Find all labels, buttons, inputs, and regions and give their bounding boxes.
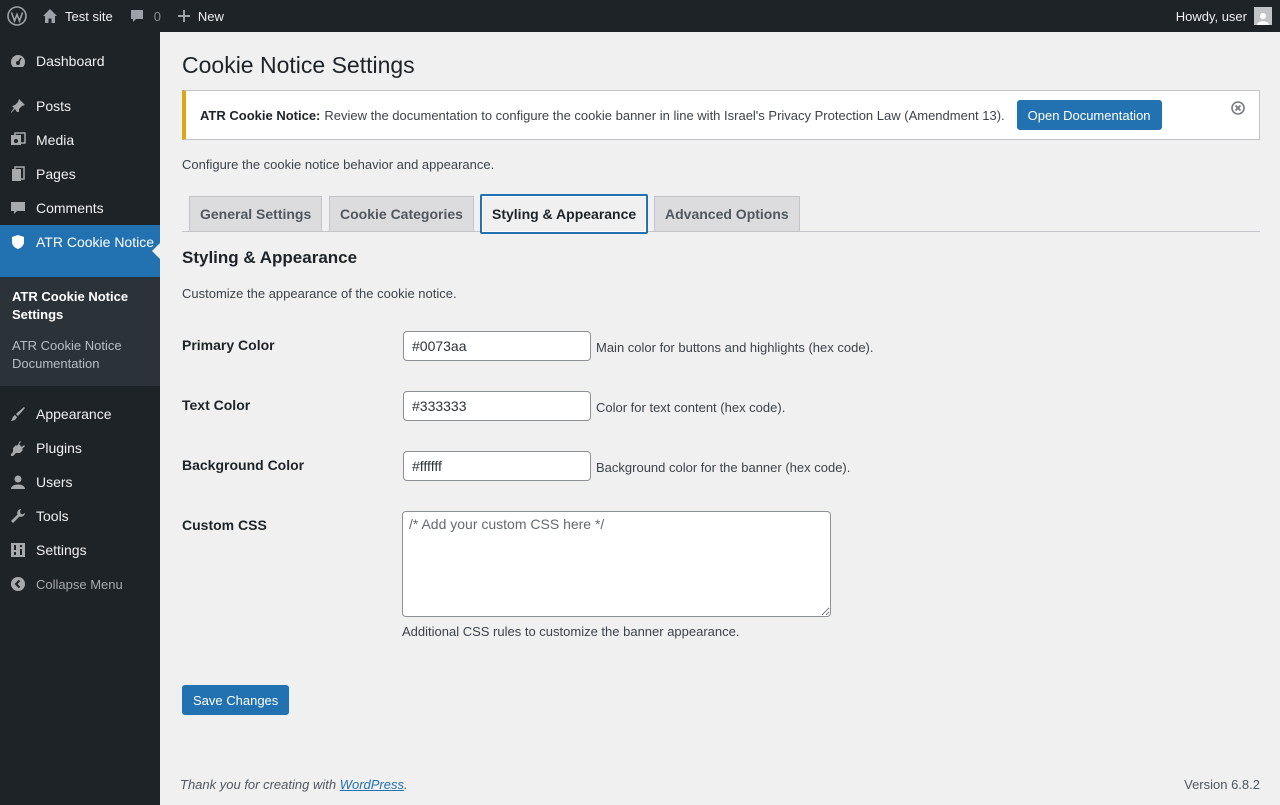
wrench-icon bbox=[10, 508, 26, 524]
sidebar-item-media[interactable]: Media bbox=[0, 123, 160, 157]
main-content: Cookie Notice Settings ATR Cookie Notice… bbox=[160, 32, 1280, 805]
notice-message: Review the documentation to configure th… bbox=[324, 107, 1005, 123]
sidebar-item-label: Users bbox=[36, 474, 73, 490]
text-color-label: Text Color bbox=[182, 397, 251, 413]
sidebar-item-dashboard[interactable]: Dashboard bbox=[0, 44, 160, 78]
new-label: New bbox=[197, 8, 224, 24]
settings-icon bbox=[10, 542, 26, 558]
footer-thanks-suffix: . bbox=[404, 777, 408, 792]
home-icon bbox=[43, 9, 57, 23]
sidebar-item-label: Appearance bbox=[36, 406, 112, 422]
page-intro: Configure the cookie notice behavior and… bbox=[182, 157, 495, 172]
collapse-menu-label: Collapse Menu bbox=[36, 576, 123, 592]
sidebar-item-comments[interactable]: Comments bbox=[0, 191, 160, 225]
tab-advanced-options[interactable]: Advanced Options bbox=[654, 196, 800, 232]
site-name-link[interactable]: Test site bbox=[34, 0, 121, 32]
sidebar-submenu: ATR Cookie Notice Settings ATR Cookie No… bbox=[0, 277, 160, 386]
primary-color-input[interactable] bbox=[403, 331, 591, 361]
dismiss-notice-icon[interactable] bbox=[1231, 101, 1245, 118]
plus-icon bbox=[177, 10, 190, 22]
plugin-icon bbox=[10, 440, 26, 456]
sidebar-item-label: Plugins bbox=[36, 440, 82, 456]
sidebar-item-label: Media bbox=[36, 132, 75, 148]
pages-icon bbox=[10, 166, 26, 182]
collapse-icon bbox=[10, 576, 26, 592]
text-color-description: Color for text content (hex code). bbox=[596, 400, 786, 415]
comments-link[interactable]: 0 bbox=[121, 0, 169, 32]
greeting: Howdy, user bbox=[1175, 8, 1247, 24]
sidebar-item-users[interactable]: Users bbox=[0, 465, 160, 499]
text-color-input[interactable] bbox=[403, 391, 591, 421]
sidebar-item-label: ATR Cookie Notice bbox=[36, 234, 155, 250]
user-icon bbox=[10, 474, 26, 490]
background-color-label: Background Color bbox=[182, 457, 305, 473]
admin-bar: Test site 0 New Howdy, user bbox=[0, 0, 1280, 32]
sidebar-item-posts[interactable]: Posts bbox=[0, 89, 160, 123]
wordpress-link[interactable]: WordPress bbox=[340, 777, 404, 792]
site-name: Test site bbox=[65, 8, 113, 24]
sidebar-item-label: Settings bbox=[36, 542, 87, 558]
sidebar-item-label: Comments bbox=[36, 200, 104, 216]
sidebar-item-atr-cookie-notice[interactable]: ATR Cookie Notice bbox=[0, 225, 160, 277]
page-title: Cookie Notice Settings bbox=[182, 52, 415, 78]
admin-sidebar: Dashboard Posts Media Pages Comments ATR… bbox=[0, 32, 160, 805]
footer-version: Version 6.8.2 bbox=[1184, 777, 1260, 792]
tab-styling-appearance[interactable]: Styling & Appearance bbox=[480, 194, 649, 234]
comment-icon bbox=[130, 10, 143, 22]
submenu-item-settings[interactable]: ATR Cookie Notice Settings bbox=[0, 284, 160, 329]
section-title: Styling & Appearance bbox=[182, 248, 358, 267]
comments-count: 0 bbox=[153, 8, 161, 24]
sidebar-item-label: Tools bbox=[36, 508, 69, 524]
wordpress-logo-icon[interactable] bbox=[0, 0, 34, 32]
settings-tabs: General Settings Cookie Categories Styli… bbox=[182, 194, 1260, 234]
sidebar-item-pages[interactable]: Pages bbox=[0, 157, 160, 191]
save-changes-button[interactable]: Save Changes bbox=[182, 685, 290, 715]
tab-general-settings[interactable]: General Settings bbox=[189, 196, 323, 232]
sidebar-item-appearance[interactable]: Appearance bbox=[0, 397, 160, 431]
comment-icon bbox=[10, 200, 26, 216]
footer-thanks-prefix: Thank you for creating with bbox=[180, 777, 340, 792]
sidebar-item-settings[interactable]: Settings bbox=[0, 533, 160, 567]
primary-color-description: Main color for buttons and highlights (h… bbox=[596, 340, 874, 355]
section-description: Customize the appearance of the cookie n… bbox=[182, 286, 457, 301]
footer-thanks: Thank you for creating with WordPress. bbox=[180, 777, 408, 792]
collapse-menu-button[interactable]: Collapse Menu bbox=[0, 567, 160, 601]
custom-css-label: Custom CSS bbox=[182, 517, 267, 533]
sidebar-item-label: Dashboard bbox=[36, 53, 105, 69]
documentation-notice: ATR Cookie Notice: Review the documentat… bbox=[182, 90, 1260, 140]
custom-css-textarea[interactable] bbox=[402, 511, 831, 617]
open-documentation-button[interactable]: Open Documentation bbox=[1016, 100, 1162, 130]
my-account-link[interactable]: Howdy, user bbox=[1168, 0, 1280, 32]
primary-color-label: Primary Color bbox=[182, 337, 275, 353]
sidebar-item-label: Posts bbox=[36, 98, 72, 114]
sidebar-item-tools[interactable]: Tools bbox=[0, 499, 160, 533]
submenu-item-documentation[interactable]: ATR Cookie Notice Documentation bbox=[0, 333, 160, 378]
brush-icon bbox=[10, 406, 26, 422]
sidebar-item-label: Pages bbox=[36, 166, 76, 182]
pin-icon bbox=[10, 98, 26, 114]
new-content-link[interactable]: New bbox=[169, 0, 232, 32]
dashboard-icon bbox=[10, 53, 26, 69]
shield-icon bbox=[10, 234, 26, 250]
avatar bbox=[1254, 7, 1272, 25]
tab-cookie-categories[interactable]: Cookie Categories bbox=[329, 196, 474, 232]
notice-title: ATR Cookie Notice: bbox=[200, 107, 321, 123]
background-color-description: Background color for the banner (hex cod… bbox=[596, 460, 851, 475]
custom-css-description: Additional CSS rules to customize the ba… bbox=[402, 624, 740, 639]
media-icon bbox=[10, 132, 26, 148]
background-color-input[interactable] bbox=[403, 451, 591, 481]
sidebar-item-plugins[interactable]: Plugins bbox=[0, 431, 160, 465]
